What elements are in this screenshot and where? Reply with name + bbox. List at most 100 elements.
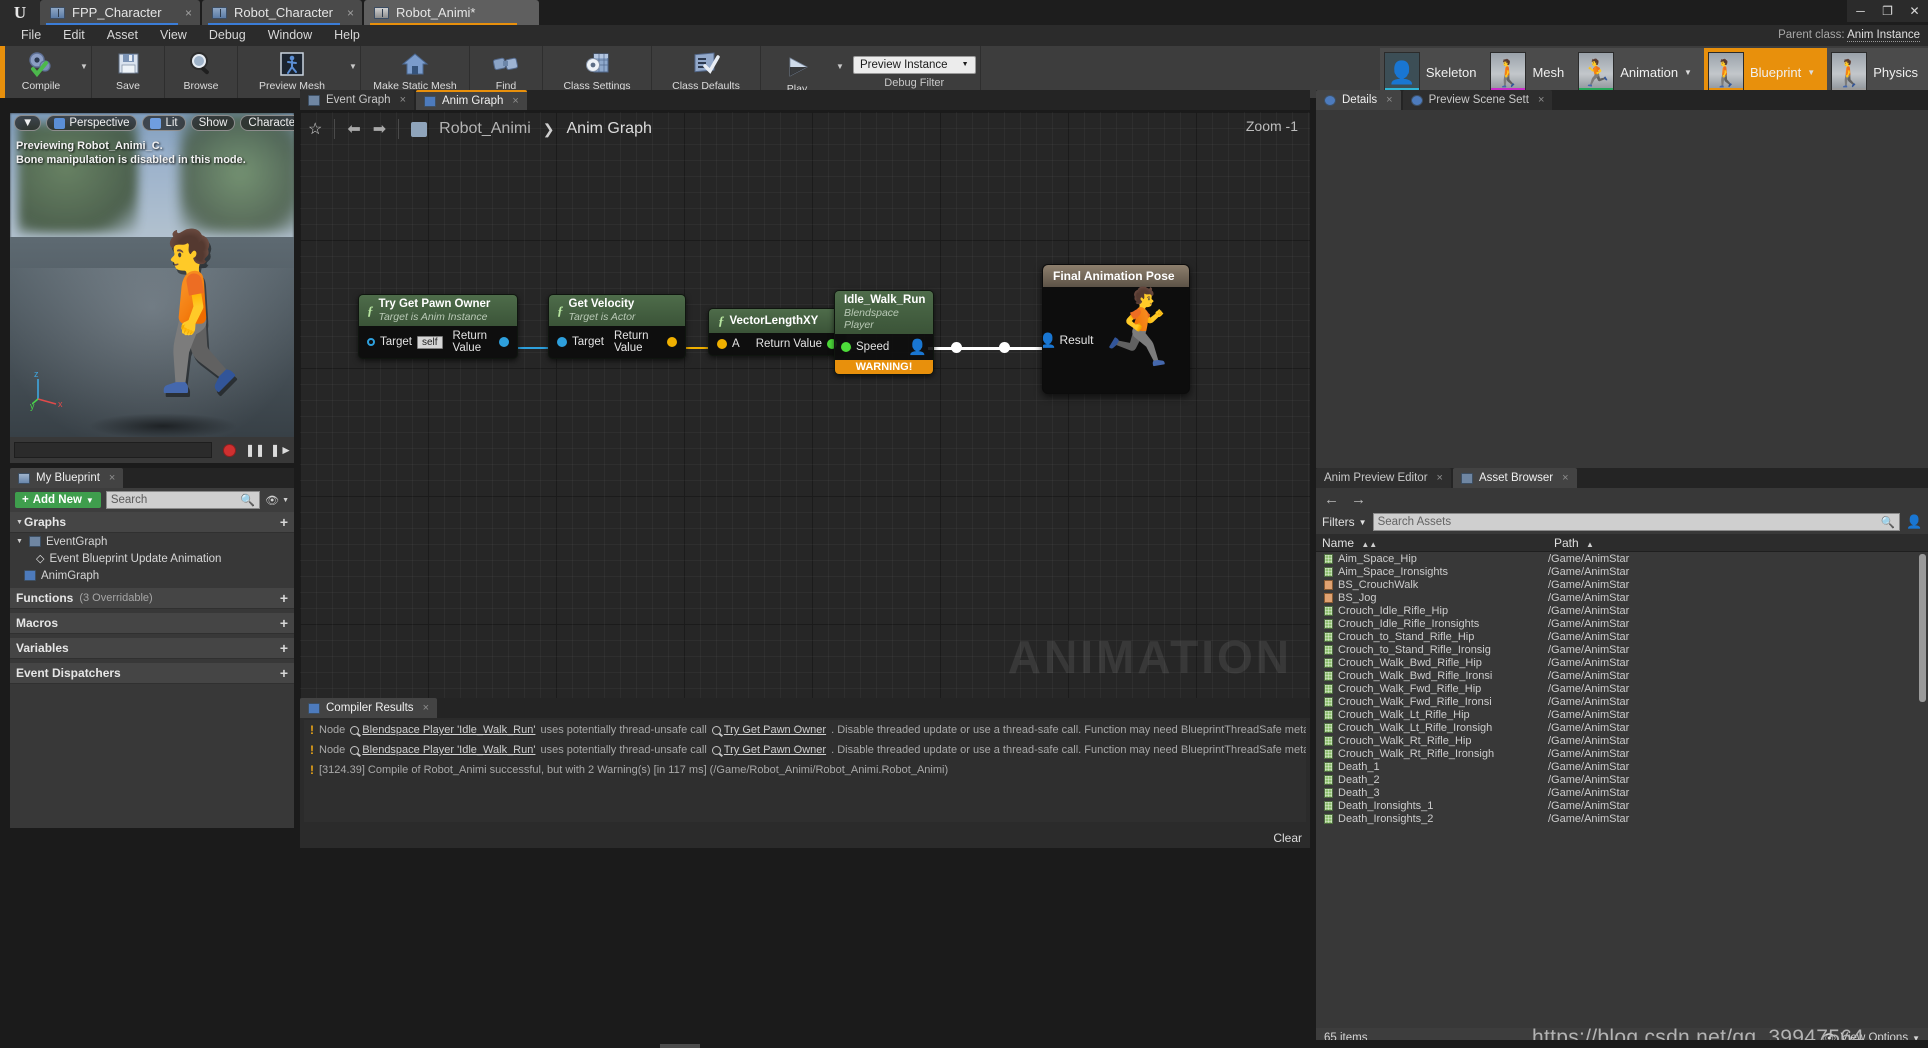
asset-row[interactable]: Crouch_Walk_Lt_Rifle_Hip/Game/AnimStar bbox=[1316, 708, 1928, 721]
close-icon[interactable]: × bbox=[1538, 94, 1544, 106]
asset-row[interactable]: Crouch_Idle_Rifle_Hip/Game/AnimStar bbox=[1316, 604, 1928, 617]
add-event-dispatcher-button[interactable]: + bbox=[280, 665, 288, 681]
section-event-dispatchers[interactable]: Event Dispatchers + bbox=[10, 663, 294, 684]
my-blueprint-search-input[interactable]: Search 🔍 bbox=[105, 491, 261, 509]
input-pin-result-icon[interactable]: 👤 bbox=[1043, 332, 1056, 349]
asset-row[interactable]: Crouch_to_Stand_Rifle_Ironsig/Game/AnimS… bbox=[1316, 643, 1928, 656]
section-functions[interactable]: Functions (3 Overridable) + bbox=[10, 588, 294, 609]
breadcrumb-root[interactable]: Robot_Animi bbox=[439, 120, 531, 138]
viewport-character-button[interactable]: Character bbox=[240, 115, 294, 131]
asset-tab-fpp-character[interactable]: FPP_Character × bbox=[40, 0, 200, 25]
asset-row[interactable]: Aim_Space_Ironsights/Game/AnimStar bbox=[1316, 565, 1928, 578]
pin-icon[interactable] bbox=[499, 337, 509, 347]
mode-mesh[interactable]: 🚶 Mesh bbox=[1486, 48, 1574, 96]
asset-row[interactable]: Crouch_Idle_Rifle_Ironsights/Game/AnimSt… bbox=[1316, 617, 1928, 630]
input-pin-speed[interactable]: Speed bbox=[841, 341, 889, 353]
asset-row[interactable]: BS_CrouchWalk/Game/AnimStar bbox=[1316, 578, 1928, 591]
minimize-button[interactable]: ─ bbox=[1847, 0, 1874, 22]
asset-list[interactable]: Aim_Space_Hip/Game/AnimStar Aim_Space_Iro… bbox=[1316, 552, 1928, 1028]
compiler-message-row[interactable]: ! Node Blendspace Player 'Idle_Walk_Run'… bbox=[304, 740, 1306, 760]
wire-reroute-dot[interactable] bbox=[999, 342, 1010, 353]
close-icon[interactable]: × bbox=[1437, 472, 1443, 484]
play-button[interactable]: Play bbox=[761, 49, 833, 95]
menu-view[interactable]: View bbox=[149, 25, 198, 46]
add-variable-button[interactable]: + bbox=[280, 640, 288, 656]
compile-dropdown-caret[interactable]: ▼ bbox=[77, 46, 91, 98]
close-icon[interactable]: × bbox=[1386, 94, 1392, 106]
idle-walk-run-blendspace-node[interactable]: Idle_Walk_Run Blendspace Player Speed 👤 … bbox=[834, 290, 934, 375]
final-animation-pose-node[interactable]: Final Animation Pose 👤 Result 🏃 bbox=[1042, 264, 1190, 394]
asset-row[interactable]: Death_Ironsights_1/Game/AnimStar bbox=[1316, 799, 1928, 812]
vector-length-xy-node[interactable]: ƒ VectorLengthXY A Return Value bbox=[708, 308, 846, 356]
asset-row[interactable]: Crouch_Walk_Bwd_Rifle_Hip/Game/AnimStar bbox=[1316, 656, 1928, 669]
asset-tab-robot-animi[interactable]: Robot_Animi* bbox=[364, 0, 539, 25]
asset-row[interactable]: Crouch_Walk_Fwd_Rifle_Hip/Game/AnimStar bbox=[1316, 682, 1928, 695]
asset-row[interactable]: Aim_Space_Hip/Game/AnimStar bbox=[1316, 552, 1928, 565]
timeline-scrubber[interactable] bbox=[14, 442, 212, 458]
compiler-message-row[interactable]: ! [3124.39] Compile of Robot_Animi succe… bbox=[304, 760, 1306, 780]
source-control-icon[interactable]: 👤 bbox=[1906, 514, 1922, 530]
pin-icon[interactable] bbox=[367, 338, 375, 346]
add-graph-button[interactable]: + bbox=[280, 514, 288, 530]
asset-row[interactable]: Death_1/Game/AnimStar bbox=[1316, 760, 1928, 773]
chevron-down-icon[interactable]: ▼ bbox=[1807, 68, 1817, 77]
pause-button[interactable]: ❚❚ bbox=[242, 437, 268, 463]
collapse-triangle-icon[interactable]: ▼ bbox=[16, 519, 24, 526]
asset-row[interactable]: Crouch_Walk_Rt_Rifle_Hip/Game/AnimStar bbox=[1316, 734, 1928, 747]
pin-icon[interactable] bbox=[841, 342, 851, 352]
viewport-lit-button[interactable]: Lit bbox=[142, 115, 186, 131]
tab-my-blueprint[interactable]: My Blueprint × bbox=[10, 468, 124, 488]
column-header-name[interactable]: Name ▲▲ bbox=[1316, 536, 1548, 550]
close-icon[interactable]: × bbox=[185, 6, 192, 20]
visibility-options-button[interactable]: 👁 ▼ bbox=[265, 494, 289, 507]
asset-row[interactable]: Crouch_Walk_Fwd_Rifle_Ironsi/Game/AnimSt… bbox=[1316, 695, 1928, 708]
filters-button[interactable]: Filters ▼ bbox=[1322, 515, 1367, 529]
compiler-message-row[interactable]: ! Node Blendspace Player 'Idle_Walk_Run'… bbox=[304, 720, 1306, 740]
tab-event-graph[interactable]: Event Graph × bbox=[300, 90, 415, 110]
chevron-down-icon[interactable]: ▼ bbox=[1684, 68, 1694, 77]
asset-row[interactable]: Crouch_Walk_Lt_Rifle_Ironsigh/Game/AnimS… bbox=[1316, 721, 1928, 734]
tab-anim-preview-editor[interactable]: Anim Preview Editor × bbox=[1316, 468, 1451, 488]
asset-list-scrollbar[interactable] bbox=[1919, 554, 1926, 702]
tab-details[interactable]: Details × bbox=[1316, 90, 1401, 110]
collapse-triangle-icon[interactable]: ▼ bbox=[16, 538, 24, 545]
asset-tab-robot-character[interactable]: Robot_Character × bbox=[202, 0, 362, 25]
mode-skeleton[interactable]: 👤 Skeleton bbox=[1380, 48, 1487, 96]
asset-search-input[interactable]: Search Assets 🔍 bbox=[1372, 513, 1900, 531]
close-icon[interactable]: × bbox=[423, 702, 429, 714]
menu-debug[interactable]: Debug bbox=[198, 25, 257, 46]
input-pin-target[interactable]: Target bbox=[557, 336, 604, 348]
graph-item-animgraph[interactable]: AnimGraph bbox=[10, 567, 294, 584]
clear-button[interactable]: Clear bbox=[1273, 831, 1302, 845]
parent-class-value[interactable]: Anim Instance bbox=[1847, 29, 1920, 42]
close-icon[interactable]: × bbox=[109, 472, 115, 484]
asset-row[interactable]: Crouch_to_Stand_Rifle_Hip/Game/AnimStar bbox=[1316, 630, 1928, 643]
mode-blueprint[interactable]: 🚶 Blueprint ▼ bbox=[1703, 48, 1828, 96]
play-dropdown-caret[interactable]: ▼ bbox=[833, 62, 847, 83]
pose-output-icon[interactable]: 👤 bbox=[908, 338, 927, 356]
navigate-back-icon[interactable]: ⬅ bbox=[347, 119, 360, 139]
add-new-button[interactable]: + Add New ▼ bbox=[15, 492, 101, 508]
output-pin-return-value[interactable]: Return Value bbox=[614, 330, 677, 354]
graph-canvas[interactable]: ANIMATION ƒ Try Get Pawn Owner Target is… bbox=[300, 112, 1310, 698]
asset-row[interactable]: Crouch_Walk_Rt_Rifle_Ironsigh/Game/AnimS… bbox=[1316, 747, 1928, 760]
menu-window[interactable]: Window bbox=[257, 25, 323, 46]
wire-reroute-dot[interactable] bbox=[951, 342, 962, 353]
message-function-link[interactable]: Try Get Pawn Owner bbox=[711, 724, 826, 736]
tab-preview-scene-settings[interactable]: Preview Scene Sett × bbox=[1402, 90, 1553, 110]
pin-default-value[interactable]: self bbox=[416, 335, 443, 349]
record-button[interactable] bbox=[216, 437, 242, 463]
menu-file[interactable]: File bbox=[10, 25, 52, 46]
try-get-pawn-owner-node[interactable]: ƒ Try Get Pawn Owner Target is Anim Inst… bbox=[358, 294, 518, 359]
asset-row[interactable]: Death_3/Game/AnimStar bbox=[1316, 786, 1928, 799]
asset-row[interactable]: Crouch_Walk_Bwd_Rifle_Ironsi/Game/AnimSt… bbox=[1316, 669, 1928, 682]
mode-physics[interactable]: 🚶 Physics bbox=[1827, 48, 1928, 96]
close-icon[interactable]: × bbox=[512, 95, 518, 107]
forward-arrow-icon[interactable]: → bbox=[1351, 491, 1366, 508]
pin-icon[interactable] bbox=[557, 337, 567, 347]
graph-item-eventgraph[interactable]: ▼ EventGraph bbox=[10, 533, 294, 550]
tab-anim-graph[interactable]: Anim Graph × bbox=[416, 90, 527, 110]
preview-viewport[interactable]: 🚶 ▼ Perspective Lit Show Character LOD A… bbox=[10, 113, 294, 463]
tab-asset-browser[interactable]: Asset Browser × bbox=[1452, 468, 1577, 488]
save-button[interactable]: Save bbox=[92, 46, 164, 98]
